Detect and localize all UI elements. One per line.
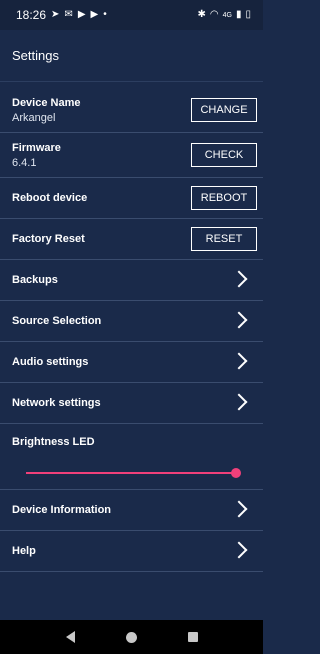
factory-reset-label: Factory Reset xyxy=(12,233,85,245)
back-icon[interactable] xyxy=(65,631,75,643)
home-icon[interactable] xyxy=(125,631,137,643)
system-nav-bar xyxy=(0,620,263,654)
reboot-button[interactable]: REBOOT xyxy=(191,186,257,210)
signal-icon: ▮ xyxy=(235,9,242,20)
brightness-slider-track[interactable] xyxy=(26,472,236,474)
status-right: ✱ ◠ 4G ▮ ▯ xyxy=(198,10,252,20)
youtube-icon: ▶ xyxy=(90,9,99,20)
firmware-label: Firmware xyxy=(12,141,61,154)
brightness-label: Brightness LED xyxy=(12,436,95,448)
brightness-slider-thumb[interactable] xyxy=(231,468,241,478)
bluetooth-icon: ✱ xyxy=(197,9,206,20)
recents-icon[interactable] xyxy=(187,632,198,642)
brightness-row: Brightness LED xyxy=(0,424,263,490)
status-time: 18:26 xyxy=(16,8,47,22)
settings-list: Device Name Arkangel CHANGE Firmware 6.4… xyxy=(0,88,263,572)
battery-icon: ▯ xyxy=(245,9,251,20)
source-selection-label: Source Selection xyxy=(12,315,102,327)
reset-button[interactable]: RESET xyxy=(191,227,257,251)
reboot-row: Reboot device REBOOT xyxy=(0,178,263,219)
firmware-row: Firmware 6.4.1 CHECK xyxy=(0,133,263,178)
reboot-label: Reboot device xyxy=(12,192,88,204)
page-title: Settings xyxy=(12,48,59,63)
wifi-icon: ◠ xyxy=(209,9,219,20)
device-information-row[interactable]: Device Information xyxy=(0,490,263,531)
status-bar: 18:26 ➤ ✉ ▶ ▶ • ✱ ◠ 4G ▮ ▯ xyxy=(0,0,263,30)
backups-row[interactable]: Backups xyxy=(0,260,263,301)
status-left: 18:26 ➤ ✉ ▶ ▶ • xyxy=(16,8,107,22)
device-name-label: Device Name xyxy=(12,96,81,109)
chevron-right-icon xyxy=(230,393,248,411)
help-row[interactable]: Help xyxy=(0,531,263,572)
chevron-right-icon xyxy=(230,270,248,288)
firmware-text: Firmware 6.4.1 xyxy=(12,142,61,169)
device-name-text: Device Name Arkangel xyxy=(12,97,81,124)
help-label: Help xyxy=(12,545,36,557)
factory-reset-row: Factory Reset RESET xyxy=(0,219,263,260)
firmware-value: 6.4.1 xyxy=(12,156,37,169)
device-name-value: Arkangel xyxy=(12,111,56,124)
chevron-right-icon xyxy=(230,311,248,329)
audio-settings-label: Audio settings xyxy=(12,356,89,368)
network-settings-row[interactable]: Network settings xyxy=(0,383,263,424)
chevron-right-icon xyxy=(230,352,248,370)
send-icon: ➤ xyxy=(51,9,60,20)
check-button[interactable]: CHECK xyxy=(191,143,257,167)
app-bar: Settings xyxy=(0,30,263,82)
change-button[interactable]: CHANGE xyxy=(191,98,257,122)
backups-label: Backups xyxy=(12,274,58,286)
gmail-icon: ✉ xyxy=(64,9,73,20)
dot-icon: • xyxy=(103,9,107,20)
device-name-row: Device Name Arkangel CHANGE xyxy=(0,88,263,133)
device-information-label: Device Information xyxy=(12,504,112,516)
chevron-right-icon xyxy=(230,500,248,518)
chevron-right-icon xyxy=(230,541,248,559)
network-settings-label: Network settings xyxy=(12,397,101,409)
source-selection-row[interactable]: Source Selection xyxy=(0,301,263,342)
network-label: 4G xyxy=(222,11,232,19)
audio-settings-row[interactable]: Audio settings xyxy=(0,342,263,383)
youtube-icon: ▶ xyxy=(77,9,86,20)
